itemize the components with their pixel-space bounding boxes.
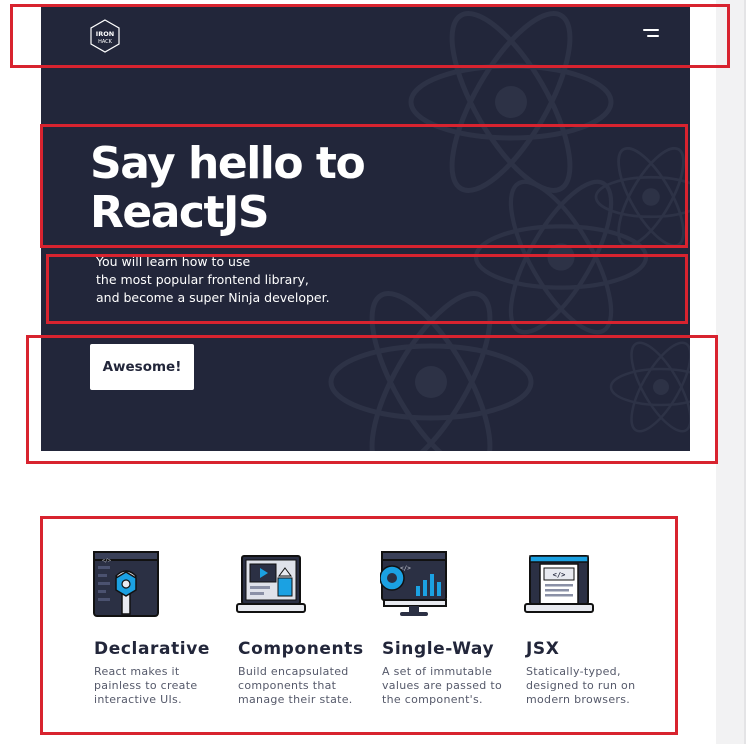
- hero-section: IRON HACK Say hello to ReactJS You will …: [41, 7, 690, 451]
- feature-description-line: designed to run on: [526, 679, 636, 692]
- awesome-button[interactable]: Awesome!: [90, 344, 194, 390]
- menu-line: [647, 35, 659, 37]
- feature-description: Build encapsulated components that manag…: [238, 665, 376, 707]
- feature-description: A set of immutable values are passed to …: [382, 665, 520, 707]
- hero-subtitle-line: You will learn how to use: [96, 254, 251, 269]
- page-scrollbar[interactable]: [716, 0, 746, 744]
- feature-title: Single-Way: [382, 639, 495, 659]
- feature-description-line: the component's.: [382, 693, 483, 706]
- laptop-components-icon: [236, 555, 306, 613]
- hero-subtitle-line: and become a super Ninja developer.: [96, 290, 330, 305]
- feature-description-line: Statically-typed,: [526, 665, 621, 678]
- laptop-code-document-icon: </>: [524, 555, 594, 613]
- hero-subtitle-line: the most popular frontend library,: [96, 272, 309, 287]
- feature-title: Components: [238, 639, 364, 659]
- feature-description-line: React makes it: [94, 665, 180, 678]
- hero-title-line-2: ReactJS: [90, 187, 270, 238]
- features-section: </> Declarative React makes it painless …: [92, 550, 652, 720]
- monitor-gear-chart-icon: </>: [380, 551, 447, 616]
- feature-description-line: modern browsers.: [526, 693, 631, 706]
- logo-text-top: IRON: [96, 30, 114, 38]
- feature-title: Declarative: [94, 639, 211, 659]
- feature-description-line: manage their state.: [238, 693, 353, 706]
- react-atom-icon: [609, 333, 690, 441]
- feature-description-line: painless to create: [94, 679, 198, 692]
- hero-title: Say hello to ReactJS: [90, 139, 650, 237]
- logo-text-bottom: HACK: [98, 39, 113, 45]
- hamburger-menu-icon[interactable]: [635, 25, 659, 45]
- code-gear-wrench-icon: </>: [93, 551, 159, 617]
- hero-title-line-1: Say hello to: [90, 138, 366, 189]
- feature-description-line: interactive UIs.: [94, 693, 182, 706]
- hero-subtitle: You will learn how to use the most popul…: [96, 253, 576, 307]
- feature-description: React makes it painless to create intera…: [94, 665, 232, 707]
- ironhack-logo[interactable]: IRON HACK: [89, 19, 121, 53]
- svg-text:</>: </>: [102, 558, 111, 564]
- menu-line: [643, 29, 659, 31]
- feature-description-line: values are passed to: [382, 679, 503, 692]
- feature-description: Statically-typed, designed to run on mod…: [526, 665, 664, 707]
- feature-description-line: components that: [238, 679, 337, 692]
- feature-description-line: Build encapsulated: [238, 665, 349, 678]
- svg-text:</>: </>: [400, 565, 411, 572]
- feature-title: JSX: [526, 639, 560, 659]
- svg-text:</>: </>: [553, 571, 566, 579]
- feature-description-line: A set of immutable: [382, 665, 493, 678]
